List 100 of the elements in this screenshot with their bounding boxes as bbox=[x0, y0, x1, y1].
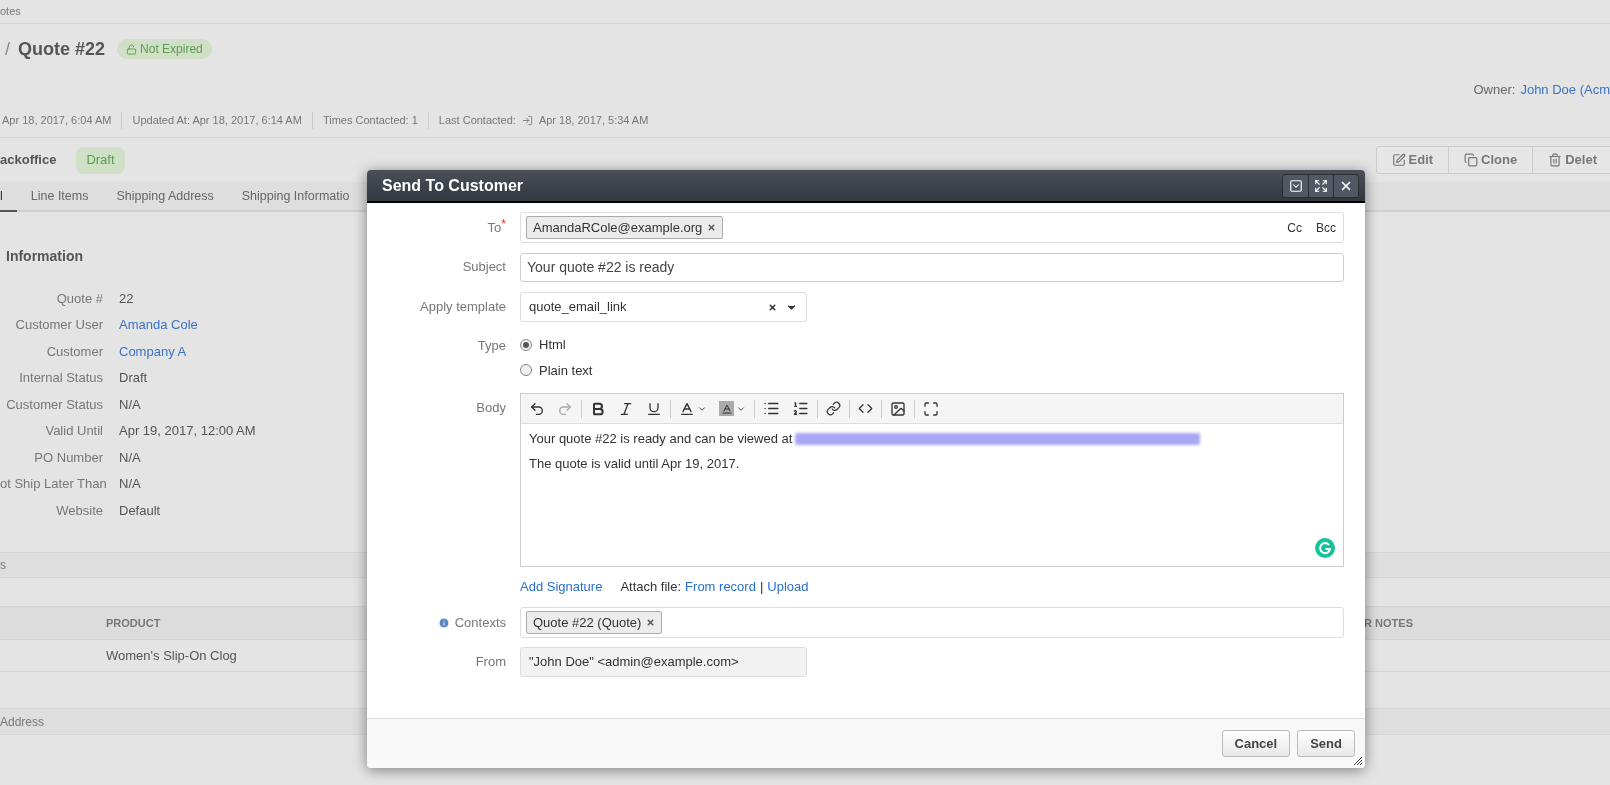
redo-icon bbox=[557, 400, 573, 417]
field-label: Body bbox=[475, 399, 506, 417]
text-color-icon bbox=[679, 400, 695, 417]
body-text: The quote is valid until Apr 19, 2017. bbox=[529, 455, 741, 473]
italic-icon bbox=[618, 400, 634, 417]
info-icon[interactable] bbox=[437, 616, 450, 629]
radio-button[interactable] bbox=[520, 364, 532, 377]
field-label: Quote # bbox=[55, 289, 103, 308]
code-icon bbox=[858, 401, 873, 416]
remove-icon[interactable] bbox=[646, 618, 656, 627]
meta-text: Times Contacted: 1 bbox=[322, 113, 418, 129]
workflow-title: ackoffice bbox=[0, 151, 57, 170]
tab[interactable]: l bbox=[0, 182, 17, 212]
recipients-field[interactable]: AmandaRCole@example.org Cc Bcc bbox=[520, 212, 1344, 243]
column-header: PRODUCT bbox=[106, 615, 161, 631]
tab[interactable]: Shipping Informatio bbox=[227, 182, 364, 210]
attach-label: Attach file: bbox=[620, 578, 682, 597]
minimize-icon bbox=[1288, 178, 1303, 193]
field-label: Apply template bbox=[419, 298, 506, 317]
action-button[interactable]: Delet bbox=[1532, 147, 1610, 173]
table-cell-text: Women's Slip-On Clog bbox=[106, 646, 237, 665]
owner-label: Owner: bbox=[1473, 81, 1516, 100]
field-value: N/A bbox=[119, 475, 141, 493]
field-label: Contexts bbox=[454, 613, 506, 632]
field-label: Customer User bbox=[14, 316, 103, 334]
meta-text: Updated At: Apr 18, 2017, 6:14 AM bbox=[132, 113, 302, 129]
bcc-link[interactable]: Bcc bbox=[1316, 218, 1336, 237]
field-label: Customer bbox=[45, 342, 103, 361]
numbered-list-icon bbox=[792, 400, 809, 417]
radio-label[interactable]: Html bbox=[539, 335, 566, 355]
field-value: Default bbox=[119, 501, 161, 520]
field-link[interactable]: Amanda Cole bbox=[119, 315, 198, 335]
subject-field[interactable]: Your quote #22 is ready bbox=[520, 252, 1344, 282]
section-header: Address bbox=[0, 713, 45, 731]
trash-icon bbox=[1548, 153, 1563, 167]
required-mark: * bbox=[501, 217, 506, 230]
image-icon bbox=[890, 400, 906, 417]
underline-icon bbox=[646, 400, 662, 417]
highlight-color-icon bbox=[719, 401, 734, 416]
resize-grip-icon[interactable] bbox=[1353, 756, 1362, 765]
radio-label[interactable]: Plain text bbox=[539, 360, 593, 380]
bullet-list-icon bbox=[763, 400, 780, 417]
field-value: Apr 19, 2017, 12:00 AM bbox=[119, 422, 256, 440]
recipient-chip: AmandaRCole@example.org bbox=[526, 216, 724, 239]
field-label: PO Number bbox=[33, 448, 103, 467]
section-title: Information bbox=[6, 247, 83, 266]
owner-link[interactable]: John Doe (Acm bbox=[1520, 80, 1610, 100]
meta-text: Apr 18, 2017, 5:34 AM bbox=[538, 113, 649, 129]
field-label: Internal Status bbox=[18, 369, 103, 387]
body-text: Your quote #22 is ready and can be viewed at bbox=[529, 430, 793, 449]
dialog-title: Send To Customer bbox=[382, 175, 524, 196]
bold-icon bbox=[590, 400, 606, 417]
upload-link[interactable]: Upload bbox=[767, 577, 809, 597]
dialog-button[interactable]: Cancel bbox=[1221, 730, 1291, 757]
dialog-button[interactable]: Send bbox=[1297, 730, 1355, 757]
radio-button[interactable] bbox=[520, 338, 532, 351]
field-label: Type bbox=[476, 337, 506, 355]
expand-icon bbox=[1314, 178, 1328, 193]
unlock-icon bbox=[126, 43, 138, 55]
field-value: Draft bbox=[119, 369, 148, 387]
copy-icon bbox=[1464, 153, 1479, 167]
field-label: To bbox=[487, 218, 502, 237]
section-header: s bbox=[0, 557, 6, 574]
undo-icon bbox=[529, 400, 545, 417]
field-label: From bbox=[474, 653, 506, 672]
login-icon bbox=[521, 115, 533, 126]
contexts-field[interactable]: Quote #22 (Quote) bbox=[520, 607, 1344, 638]
meta-text: Apr 18, 2017, 6:04 AM bbox=[2, 113, 112, 129]
workflow-status: Draft bbox=[76, 146, 125, 174]
remove-icon[interactable] bbox=[707, 223, 717, 232]
from-record-link[interactable]: From record bbox=[685, 577, 756, 597]
meta-label: Last Contacted: bbox=[438, 113, 516, 129]
body-editor[interactable]: Your quote #22 is ready and can be viewed at The quote is valid until Apr 19, 2017. bbox=[520, 393, 1344, 567]
link-separator: | bbox=[759, 578, 764, 597]
field-label: Subject bbox=[461, 258, 506, 277]
tab[interactable]: Shipping Address bbox=[102, 182, 228, 210]
field-label: Website bbox=[55, 501, 103, 520]
field-label: Customer Status bbox=[5, 395, 103, 414]
context-chip: Quote #22 (Quote) bbox=[526, 611, 663, 634]
fullscreen-icon bbox=[923, 400, 939, 417]
template-select[interactable]: quote_email_link bbox=[520, 292, 807, 322]
from-field[interactable]: "John Doe" <admin@example.com> bbox=[520, 647, 807, 677]
field-label: Valid Until bbox=[44, 422, 103, 440]
field-link[interactable]: Company A bbox=[119, 341, 187, 361]
edit-icon bbox=[1391, 153, 1406, 167]
grammar-check-icon[interactable] bbox=[1315, 538, 1335, 558]
cc-link[interactable]: Cc bbox=[1287, 218, 1302, 237]
clear-icon[interactable] bbox=[768, 302, 777, 312]
breadcrumb-separator: / bbox=[5, 37, 10, 61]
field-value: 22 bbox=[119, 289, 134, 308]
field-value: N/A bbox=[119, 448, 141, 467]
column-header: R NOTES bbox=[1364, 615, 1413, 631]
action-button[interactable]: Edit bbox=[1376, 147, 1449, 173]
add-signature-link[interactable]: Add Signature bbox=[520, 577, 603, 597]
status-badge: Not Expired bbox=[117, 39, 212, 59]
field-value: N/A bbox=[119, 395, 141, 414]
page-title: Quote #22 bbox=[18, 37, 106, 61]
action-button[interactable]: Clone bbox=[1448, 147, 1533, 173]
breadcrumb[interactable]: otes bbox=[0, 3, 21, 20]
tab[interactable]: Line Items bbox=[16, 182, 103, 210]
